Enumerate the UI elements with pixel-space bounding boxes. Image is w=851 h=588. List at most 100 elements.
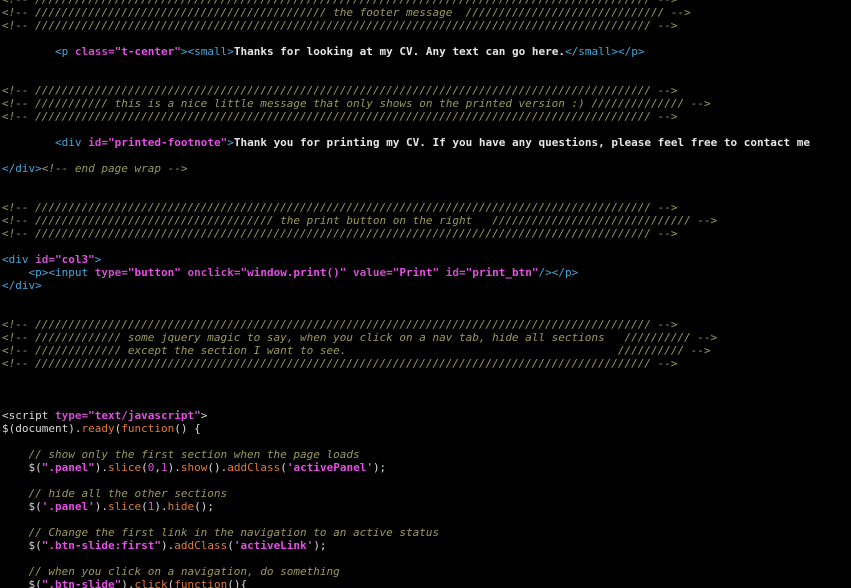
code-token: "printed-footnote" [107, 136, 228, 149]
code-token: ). [160, 539, 175, 552]
code-token: <!-- /////////// this is a nice little m… [2, 97, 711, 110]
code-token: ). [167, 461, 181, 474]
code-line[interactable]: $(".panel").slice(0,1).show().addClass('… [2, 461, 810, 474]
code-token: 1 [160, 461, 168, 474]
code-token: click [134, 578, 168, 588]
code-token: <!-- ///////////////////////////////////… [2, 201, 678, 214]
code-token: "Print" [392, 266, 446, 279]
code-token: "button" [127, 266, 188, 279]
code-line[interactable]: $('.panel').slice(1).hide(); [2, 500, 810, 513]
code-token: </div> [2, 162, 42, 175]
code-line[interactable]: // Change the first link in the navigati… [2, 526, 810, 539]
code-token: <!-- ///////////////////////////////////… [2, 19, 678, 32]
code-token: <p><input [28, 266, 95, 279]
code-line[interactable] [2, 149, 810, 162]
code-token: "text/javascript" [88, 409, 201, 422]
code-text-area[interactable]: <!-- ///////////////////////////////////… [2, 0, 810, 588]
code-line[interactable] [2, 305, 810, 318]
code-line[interactable]: // show only the first section when the … [2, 448, 810, 461]
code-line[interactable] [2, 32, 810, 45]
code-line[interactable]: <!-- ///////////////////////////////////… [2, 227, 810, 240]
code-line[interactable]: <!-- ///////////////////////////////////… [2, 19, 810, 32]
code-token: ".panel" [41, 461, 95, 474]
code-line[interactable]: <p class="t-center"><small>Thanks for lo… [2, 45, 810, 58]
code-token: </small></p> [564, 45, 645, 58]
code-line[interactable] [2, 175, 810, 188]
code-line[interactable]: <div id="printed-footnote">Thank you for… [2, 136, 810, 149]
code-line[interactable]: $(".btn-slide:first").addClass('activeLi… [2, 539, 810, 552]
code-token: Thank you for printing my CV. If you hav… [233, 136, 810, 149]
code-token: /></p> [538, 266, 579, 279]
code-line[interactable] [2, 188, 810, 201]
code-line[interactable] [2, 292, 810, 305]
code-line[interactable] [2, 123, 810, 136]
code-token: <!-- ///////////////////////////////////… [2, 214, 718, 227]
code-line[interactable]: <!-- ///////////////////////////////////… [2, 214, 810, 227]
code-token: class= [74, 45, 115, 58]
code-token: id= [445, 266, 466, 279]
code-token: // Change the first link in the navigati… [28, 526, 440, 539]
code-line[interactable]: <!-- ///////////////////////////////////… [2, 6, 810, 19]
code-line[interactable]: <!-- ///////////////////////////////////… [2, 357, 810, 370]
code-line[interactable] [2, 552, 810, 565]
code-token: $(document). [2, 422, 82, 435]
code-line[interactable]: // hide all the other sections [2, 487, 810, 500]
code-line[interactable] [2, 383, 810, 396]
code-token: function [121, 422, 175, 435]
code-line[interactable] [2, 58, 810, 71]
code-token: <!-- ///////////////////////////////////… [2, 84, 678, 97]
code-line[interactable] [2, 396, 810, 409]
code-line[interactable]: <!-- ///////////////////////////////////… [2, 318, 810, 331]
code-token: 'activeLink' [233, 539, 314, 552]
code-line[interactable]: <!-- ///////////////////////////////////… [2, 110, 810, 123]
code-line[interactable]: </div> [2, 279, 810, 292]
code-token: 'activePanel' [286, 461, 373, 474]
code-token: ); [313, 539, 327, 552]
code-token: (){ [227, 578, 248, 588]
code-token: "col3" [55, 253, 95, 266]
code-token: <script [2, 409, 55, 422]
code-token: slice [107, 500, 142, 513]
code-token: ( [141, 500, 148, 513]
code-token: id= [35, 253, 55, 266]
code-line[interactable] [2, 240, 810, 253]
code-token: // show only the first section when the … [28, 448, 360, 461]
code-line[interactable]: $(".btn-slide").click(function(){ [2, 578, 810, 588]
code-line[interactable] [2, 474, 810, 487]
code-line[interactable]: <div id="col3"> [2, 253, 810, 266]
code-token: addClass [174, 539, 228, 552]
code-token: ). [94, 500, 108, 513]
code-line[interactable]: $(document).ready(function() { [2, 422, 810, 435]
code-line[interactable]: <!-- ///////////// except the section I … [2, 344, 810, 357]
code-token: <!-- ///////////// except the section I … [2, 344, 711, 357]
code-line[interactable]: </div><!-- end page wrap --> [2, 162, 810, 175]
code-line[interactable] [2, 370, 810, 383]
code-line[interactable] [2, 71, 810, 84]
code-token: addClass [227, 461, 281, 474]
code-token: <!-- end page wrap --> [41, 162, 188, 175]
code-token: "window.print()" [240, 266, 354, 279]
code-token: $( [2, 461, 42, 474]
code-line[interactable]: <!-- ///////////// some jquery magic to … [2, 331, 810, 344]
code-token: ready [81, 422, 115, 435]
code-line[interactable]: <p><input type="button" onclick="window.… [2, 266, 810, 279]
code-line[interactable] [2, 513, 810, 526]
code-token: <!-- ///////////////////////////////////… [2, 357, 678, 370]
code-line[interactable] [2, 435, 810, 448]
code-token: '.panel' [41, 500, 95, 513]
code-line[interactable]: <script type="text/javascript"> [2, 409, 810, 422]
code-token: > [227, 136, 234, 149]
code-line[interactable]: <!-- ///////////////////////////////////… [2, 84, 810, 97]
code-line[interactable]: // when you click on a navigation, do so… [2, 565, 810, 578]
code-token: $( [2, 500, 42, 513]
code-line[interactable]: <!-- ///////////////////////////////////… [2, 201, 810, 214]
code-editor[interactable]: <!-- ///////////////////////////////////… [0, 0, 851, 588]
code-token: ( [280, 461, 287, 474]
code-token: > [200, 409, 208, 422]
code-token: ".btn-slide" [41, 578, 122, 588]
code-line[interactable]: <!-- /////////// this is a nice little m… [2, 97, 810, 110]
code-token: ). [94, 461, 108, 474]
